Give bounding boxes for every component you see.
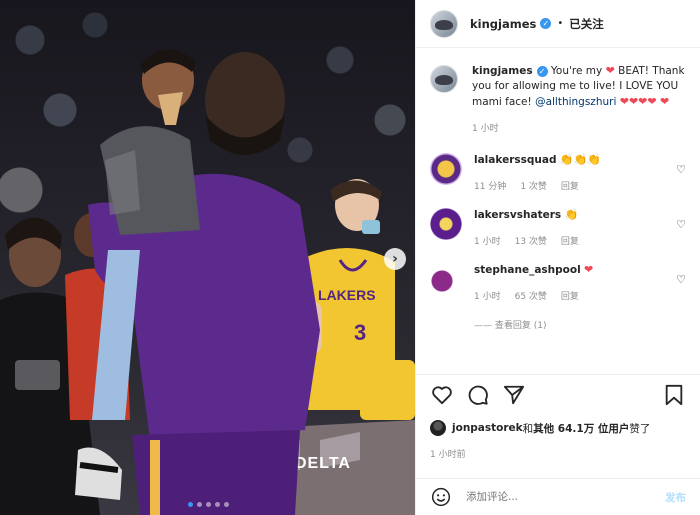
comment-time: 1 小时	[474, 237, 501, 247]
photo-scene: LAKERS 3 DELTA	[0, 49, 415, 515]
header-separator: •	[557, 18, 564, 29]
post-photo[interactable]: LAKERS 3 DELTA ›	[0, 0, 415, 515]
clap-emoji-icon: 👏👏👏	[559, 153, 601, 166]
carousel-dot	[206, 502, 211, 507]
carousel-dot-active	[188, 502, 193, 507]
comment-like-heart-icon[interactable]: ♡	[676, 273, 686, 286]
caption: kingjames ✓ You're my ❤ BEAT! Thank you f…	[430, 63, 686, 137]
heart-emoji-icon: ❤	[619, 95, 629, 108]
comment-reply-button[interactable]: 回复	[561, 289, 579, 302]
liker-username[interactable]: jonpastorek	[452, 422, 523, 434]
woman-bag	[15, 360, 60, 390]
emoji-picker-button[interactable]	[430, 486, 452, 508]
smiley-face-icon	[431, 487, 451, 507]
comments-section: kingjames ✓ You're my ❤ BEAT! Thank you f…	[416, 49, 700, 374]
commenter-avatar[interactable]	[430, 263, 462, 295]
view-replies-link[interactable]: —— 查看回复 (1)	[474, 318, 686, 331]
pants-stripe	[150, 440, 160, 515]
heart-emoji-icon: ❤	[659, 95, 670, 108]
verified-badge-icon: ✓	[536, 65, 548, 77]
jersey-number: 3	[354, 320, 366, 345]
author-username[interactable]: kingjames	[470, 17, 536, 31]
likes-others-link[interactable]: 其他 64.1万 位用户	[533, 421, 629, 436]
bookmark-icon	[665, 384, 683, 405]
caption-author-avatar[interactable]	[430, 65, 458, 93]
share-button[interactable]	[502, 383, 526, 407]
liked-by-summary: jonpastorek 和 其他 64.1万 位用户 赞了	[430, 420, 692, 436]
heart-emoji-icon: ❤	[584, 263, 594, 276]
post-comment-button[interactable]: 发布	[665, 490, 686, 505]
caption-time: 1 小时	[472, 124, 499, 134]
likes-joiner: 和	[522, 422, 534, 435]
clap-emoji-icon: 👏	[564, 208, 579, 221]
comment-bubble-icon	[468, 385, 488, 405]
follow-status-button[interactable]: 已关注	[569, 16, 604, 32]
caption-author[interactable]: kingjames	[472, 65, 533, 77]
caption-text-1: You're my	[547, 65, 606, 77]
likes-suffix: 赞了	[629, 422, 651, 435]
paper-plane-icon	[503, 385, 525, 404]
post-header: kingjames ✓ • 已关注	[416, 0, 700, 48]
heart-emoji-icon: ❤	[628, 95, 639, 108]
comment-time: 11 分钟	[474, 182, 507, 192]
comment-time: 1 小时	[474, 292, 501, 302]
caption-mention-link[interactable]: @allthingszhuri	[535, 96, 616, 108]
add-comment-bar: 发布	[416, 478, 700, 515]
comment-input[interactable]	[466, 491, 665, 503]
heart-emoji-icon: ❤	[605, 64, 615, 77]
comment-item: lakersvshaters 👏 1 小时 13 次赞 回复 ♡	[430, 208, 686, 247]
comment-reply-button[interactable]: 回复	[561, 179, 579, 192]
post-details-panel: kingjames ✓ • 已关注 kingjames ✓ You're my ❤…	[415, 0, 700, 515]
heart-emoji-icon: ❤	[647, 95, 657, 108]
save-button[interactable]	[662, 383, 686, 407]
boy-mask	[362, 220, 380, 234]
court-delta-text: DELTA	[295, 455, 351, 472]
commenter-username[interactable]: lakersvshaters	[474, 209, 561, 221]
commenter-avatar[interactable]	[430, 153, 462, 185]
jersey-lakers-text: LAKERS	[318, 287, 376, 303]
comment-likes-link[interactable]: 1 次赞	[520, 179, 547, 192]
author-avatar[interactable]	[430, 9, 458, 38]
comment-like-heart-icon[interactable]: ♡	[676, 163, 686, 176]
yellow-sign	[360, 360, 415, 420]
comment-item: lalakerssquad 👏👏👏 11 分钟 1 次赞 回复 ♡	[430, 153, 686, 192]
post-timestamp[interactable]: 1 小时前	[430, 447, 466, 460]
comment-button[interactable]	[466, 383, 490, 407]
carousel-dots	[188, 502, 229, 507]
next-photo-button[interactable]: ›	[384, 248, 406, 270]
commenter-avatar[interactable]	[430, 208, 462, 240]
like-button[interactable]	[430, 383, 454, 407]
caption-text: kingjames ✓ You're my ❤ BEAT! Thank you f…	[472, 63, 686, 110]
commenter-username[interactable]: stephane_ashpool	[474, 264, 581, 276]
post-actions-bar	[416, 374, 700, 414]
comment-reply-button[interactable]: 回复	[561, 234, 579, 247]
child-shoe	[75, 447, 122, 500]
ice-cream-cone	[158, 92, 183, 125]
carousel-dot	[224, 502, 229, 507]
carousel-dot	[215, 502, 220, 507]
heart-emoji-icon: ❤	[638, 95, 648, 108]
carousel-dot	[197, 502, 202, 507]
comment-item: stephane_ashpool ❤ 1 小时 65 次赞 回复 ♡	[430, 263, 686, 302]
comment-like-heart-icon[interactable]: ♡	[676, 218, 686, 231]
verified-badge-icon: ✓	[540, 18, 552, 29]
child-plaid	[105, 150, 140, 215]
comment-likes-link[interactable]: 65 次赞	[515, 289, 547, 302]
commenter-username[interactable]: lalakerssquad	[474, 154, 556, 166]
liker-avatar[interactable]	[430, 420, 446, 436]
heart-outline-icon	[432, 385, 452, 404]
comment-likes-link[interactable]: 13 次赞	[515, 234, 547, 247]
